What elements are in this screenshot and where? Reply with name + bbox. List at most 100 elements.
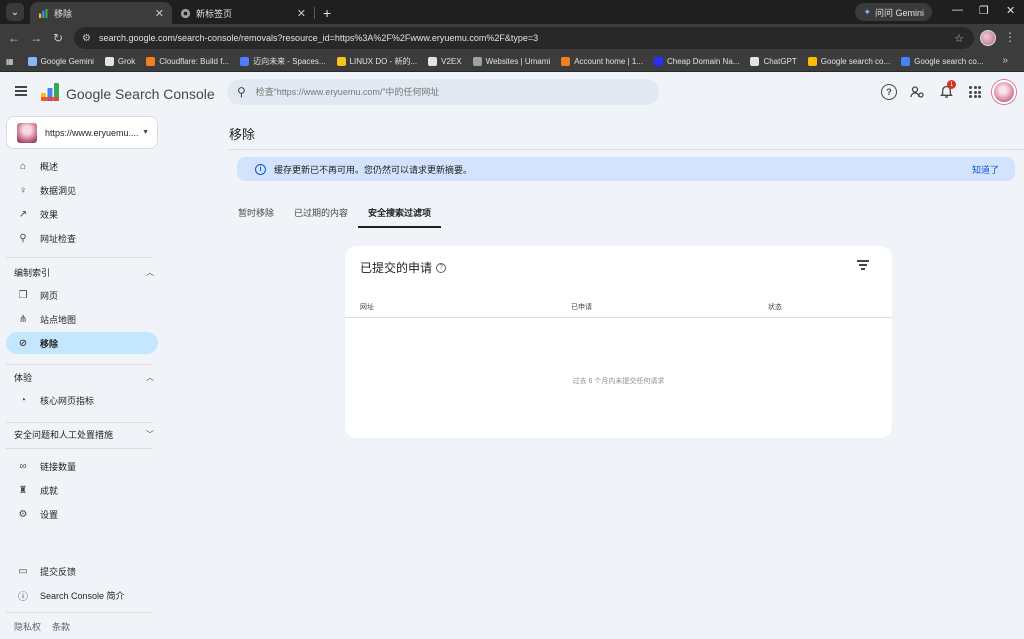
bookmark-label: 迈向未来 - Spaces... — [253, 57, 326, 66]
sidebar-divider — [6, 364, 152, 365]
browser-menu-icon[interactable]: ⋮ — [1004, 30, 1016, 44]
restore-button[interactable]: ❐ — [979, 4, 989, 17]
tab-title: 移除 — [54, 8, 73, 19]
tab-temporary-removals[interactable]: 暂时移除 — [228, 198, 284, 226]
chevron-up-icon: ︿ — [146, 268, 154, 277]
more-bookmarks-button[interactable]: » — [1002, 55, 1008, 66]
home-icon: ⌂ — [19, 160, 27, 172]
bookmark-item[interactable]: V2EX — [428, 56, 462, 67]
browser-tab-newtab[interactable]: 新标签页 ✕ — [172, 2, 314, 24]
tab-outdated-content[interactable]: 已过期的内容 — [284, 198, 358, 226]
eye-off-icon: ⊘ — [18, 337, 28, 349]
sidebar-item-label: 站点地图 — [40, 314, 77, 325]
property-avatar — [17, 122, 37, 143]
apps-icon[interactable]: ▦ — [6, 57, 14, 66]
sidebar-item-pages[interactable]: ❐ 网页 — [6, 284, 158, 306]
back-button[interactable]: ← — [3, 31, 25, 45]
bookmark-item[interactable]: Cloudflare: Build f... — [146, 56, 229, 67]
bookmark-item[interactable]: 迈向未来 - Spaces... — [240, 56, 326, 67]
sidebar-item-label: Search Console 简介 — [40, 590, 125, 601]
privacy-link[interactable]: 隐私权 — [14, 620, 41, 633]
minimize-button[interactable]: — — [952, 4, 963, 16]
bookmark-favicon-icon — [27, 57, 37, 66]
column-requested[interactable]: 已申请 — [571, 302, 592, 312]
sidebar-item-bulb[interactable]: ♀ 数据洞见 — [6, 179, 158, 201]
close-tab-icon[interactable]: ✕ — [155, 7, 164, 20]
sidebar-item-gauge[interactable]: ◔ 核心网页指标 — [6, 389, 158, 411]
product-name: Google Search Console — [66, 86, 215, 102]
bookmark-item[interactable]: LINUX DO - 新的... — [336, 56, 417, 67]
chrome-icon — [180, 8, 191, 18]
sidebar-item-search[interactable]: ⚲ 网址检查 — [6, 227, 158, 249]
bookmark-item[interactable]: ChatGPT — [750, 56, 797, 67]
browser-tabstrip: ⌄ 移除 ✕ 新标签页 ✕ + ✦ 问问 Gemini — ❐ ✕ — [0, 0, 1024, 24]
bookmark-label: Cloudflare: Build f... — [159, 57, 230, 66]
submitted-requests-card: 已提交的申请 ? 网址 已申请 状态 过去 6 个月内未提交任何请求 — [345, 246, 892, 438]
url-inspection-search[interactable]: ⚲ — [227, 79, 659, 105]
title-divider — [228, 149, 1024, 150]
search-console-favicon — [38, 8, 48, 18]
bookmark-item[interactable]: Google Gemini — [27, 56, 94, 67]
close-tab-icon[interactable]: ✕ — [297, 7, 306, 20]
property-url: https://www.eryuemu.... — [45, 127, 139, 138]
column-status[interactable]: 状态 — [768, 302, 782, 312]
sidebar-item-trophy[interactable]: ♜ 成就 — [6, 479, 158, 501]
tab-safesearch-filtering[interactable]: 安全搜索过滤项 — [358, 198, 442, 228]
sidebar-item-sitemap[interactable]: ⋔ 站点地图 — [6, 308, 158, 330]
card-title-text: 已提交的申请 — [360, 261, 433, 275]
bookmark-item[interactable]: Google search co... — [901, 56, 984, 67]
sidebar-item-home[interactable]: ⌂ 概述 — [6, 155, 158, 177]
column-url[interactable]: 网址 — [360, 302, 374, 312]
sidebar-item-feedback[interactable]: ▭ 提交反馈 — [6, 560, 158, 582]
help-circle-icon[interactable]: ? — [436, 262, 447, 273]
main-menu-icon[interactable] — [15, 86, 27, 96]
terms-link[interactable]: 条款 — [52, 620, 70, 633]
reload-button[interactable]: ↻ — [47, 31, 69, 45]
site-info-icon[interactable]: ⚙ — [82, 33, 91, 44]
sidebar-item-info[interactable]: ⓘ Search Console 简介 — [6, 584, 158, 606]
new-tab-button[interactable]: + — [323, 5, 331, 21]
bookmark-item[interactable]: Cheap Domain Na... — [653, 56, 739, 67]
sidebar-item-label: 移除 — [40, 338, 59, 349]
sidebar-item-link[interactable]: ∞ 链接数量 — [6, 455, 158, 477]
bookmark-star-icon[interactable]: ☆ — [954, 32, 964, 45]
section-experience[interactable]: 体验 ︿ — [14, 371, 154, 384]
ask-gemini-button[interactable]: ✦ 问问 Gemini — [855, 3, 932, 21]
account-avatar[interactable] — [992, 80, 1016, 104]
close-window-button[interactable]: ✕ — [1006, 4, 1015, 17]
google-apps-icon[interactable] — [967, 84, 983, 100]
bookmark-label: ChatGPT — [763, 57, 797, 66]
section-indexing[interactable]: 编制索引 ︿ — [14, 266, 154, 279]
filter-icon[interactable] — [857, 260, 869, 270]
sidebar-item-label: 数据洞见 — [40, 185, 77, 196]
tab-title: 新标签页 — [196, 8, 233, 19]
bookmark-favicon-icon — [750, 57, 760, 66]
banner-dismiss-button[interactable]: 知道了 — [972, 163, 999, 176]
bookmark-favicon-icon — [807, 57, 817, 66]
property-selector[interactable]: https://www.eryuemu.... ▼ — [6, 116, 158, 149]
section-security[interactable]: 安全问题和人工处置措施 ﹀ — [14, 428, 154, 441]
tab-search-button[interactable]: ⌄ — [6, 3, 24, 21]
bookmark-item[interactable]: Google search co... — [807, 56, 890, 67]
section-title: 编制索引 — [14, 268, 51, 278]
sidebar-item-eye-off[interactable]: ⊘ 移除 — [6, 332, 158, 354]
bookmark-item[interactable]: Account home | 1... — [561, 56, 643, 67]
bookmark-item[interactable]: Websites | Umami — [472, 56, 550, 67]
sidebar-item-label: 网页 — [40, 290, 59, 301]
address-url[interactable]: search.google.com/search-console/removal… — [99, 33, 954, 43]
bookmark-label: V2EX — [441, 57, 462, 66]
help-icon[interactable]: ? — [881, 84, 897, 100]
bookmark-list: Google Gemini Grok Cloudflare: Build f... 迈… — [27, 56, 995, 67]
notifications-icon[interactable]: 1 — [938, 80, 956, 100]
browser-profile-avatar[interactable] — [980, 30, 996, 46]
url-inspection-input[interactable] — [255, 87, 659, 97]
manage-users-icon[interactable] — [909, 84, 925, 100]
sidebar-item-trending[interactable]: ↗ 效果 — [6, 203, 158, 225]
sitemap-icon: ⋔ — [18, 313, 28, 325]
bookmark-favicon-icon — [146, 57, 156, 66]
browser-tab-removals[interactable]: 移除 ✕ — [30, 2, 172, 24]
address-bar[interactable]: ⚙ search.google.com/search-console/remov… — [74, 27, 974, 49]
sidebar-item-gear[interactable]: ⚙ 设置 — [6, 503, 158, 525]
forward-button[interactable]: → — [25, 31, 47, 45]
bookmark-item[interactable]: Grok — [104, 56, 135, 67]
